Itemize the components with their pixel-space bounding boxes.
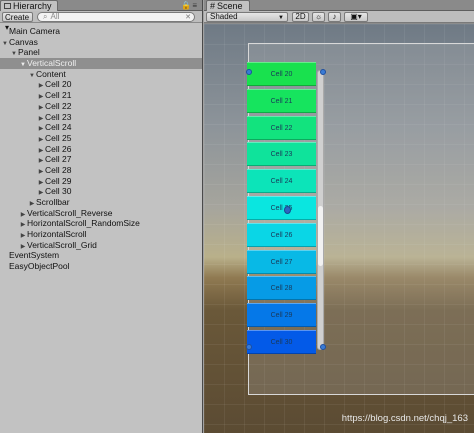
tab-scene-label: Scene: [217, 1, 243, 11]
hierarchy-item[interactable]: ▼VerticalScroll: [0, 58, 202, 69]
effects-dropdown-icon[interactable]: ▣▾: [344, 12, 368, 22]
hierarchy-item[interactable]: ▶ Scrollbar: [0, 197, 202, 208]
hierarchy-icon: [4, 3, 11, 9]
mode-2d-label: 2D: [295, 12, 306, 21]
hierarchy-item[interactable]: ▶ Cell 24: [0, 122, 202, 133]
mode-2d-button[interactable]: 2D: [292, 12, 309, 22]
chevron-down-icon: ▼: [278, 15, 284, 21]
hierarchy-item-label: Cell 27: [45, 154, 72, 165]
hierarchy-item-label: Main Camera: [9, 26, 61, 36]
search-icon: ⌕: [43, 12, 48, 21]
hierarchy-item[interactable]: ▶ Cell 21: [0, 90, 202, 101]
hierarchy-item-label: EventSystem: [9, 250, 60, 261]
hierarchy-item[interactable]: ▶ Cell 20: [0, 79, 202, 90]
hierarchy-item-label: Canvas: [9, 36, 38, 47]
hierarchy-item[interactable]: ▶ HorizontalScroll_RandomSize: [0, 218, 202, 229]
hierarchy-item-label: Panel: [18, 47, 40, 58]
search-placeholder: All: [50, 12, 60, 21]
hierarchy-item[interactable]: ▶ Cell 29: [0, 176, 202, 187]
hierarchy-item[interactable]: ▼Content: [0, 69, 202, 80]
hierarchy-item[interactable]: ▶ VerticalScroll_Reverse: [0, 208, 202, 219]
hierarchy-item-label: EasyObjectPool: [9, 261, 70, 272]
hierarchy-item[interactable]: Main Camera: [0, 26, 202, 37]
rect-handle-top-left[interactable]: [246, 69, 252, 75]
pivot-icon[interactable]: [284, 206, 291, 214]
create-button-label: Create: [5, 13, 30, 22]
search-input[interactable]: ⌕ All ✕: [37, 12, 195, 22]
hierarchy-item[interactable]: ▶ Cell 26: [0, 144, 202, 155]
hierarchy-item-label: Cell 25: [45, 132, 72, 143]
hierarchy-tabbar: Hierarchy 🔒≡: [0, 0, 202, 11]
scene-toolbar: Shaded ▼ 2D ☼ ♪ ▣▾: [204, 11, 474, 23]
lighting-toggle-icon[interactable]: ☼: [312, 12, 325, 22]
hierarchy-item-label: Cell 24: [45, 122, 72, 133]
hierarchy-item[interactable]: ▶ Cell 22: [0, 101, 202, 112]
hierarchy-item[interactable]: ▶ Cell 25: [0, 133, 202, 144]
rect-handle-top-right[interactable]: [320, 69, 326, 75]
hierarchy-item-label: Cell 20: [45, 79, 72, 90]
hierarchy-item-label: Cell 30: [45, 186, 72, 197]
hierarchy-item-label: Cell 28: [45, 164, 72, 175]
scroll-cell[interactable]: Cell 30: [247, 330, 316, 354]
hierarchy-item[interactable]: ▶ Cell 30: [0, 186, 202, 197]
hierarchy-panel: Hierarchy 🔒≡ Create ▾ ⌕ All ✕ Main Camer…: [0, 0, 203, 433]
vertical-scrollbar[interactable]: [317, 70, 324, 350]
tab-hierarchy-label: Hierarchy: [13, 1, 52, 11]
hierarchy-item[interactable]: EventSystem: [0, 250, 202, 261]
audio-toggle-icon[interactable]: ♪: [328, 12, 341, 22]
hierarchy-item-label: Cell 22: [45, 100, 72, 111]
scroll-cell[interactable]: Cell 25: [247, 196, 316, 220]
hierarchy-item-label: VerticalScroll_Reverse: [27, 207, 113, 218]
hierarchy-item[interactable]: ▶ Cell 27: [0, 154, 202, 165]
hierarchy-item[interactable]: ▶ HorizontalScroll: [0, 229, 202, 240]
hierarchy-item-label: Cell 23: [45, 111, 72, 122]
scroll-cell[interactable]: Cell 21: [247, 88, 316, 113]
scene-panel: # Scene Shaded ▼ 2D ☼ ♪ ▣▾ Cell 20 Cell 2…: [204, 0, 474, 433]
panel-menu-icon[interactable]: 🔒≡: [181, 1, 198, 10]
scroll-cell[interactable]: Cell 23: [247, 142, 316, 167]
hierarchy-item-label: Cell 26: [45, 143, 72, 154]
hierarchy-tree: Main Camera ▼Canvas ▼Panel ▼VerticalScroll ▼…: [0, 26, 202, 272]
hierarchy-item-label: Scrollbar: [36, 197, 70, 207]
watermark: https://blog.csdn.net/chqj_163: [341, 413, 468, 424]
hierarchy-item[interactable]: ▶ VerticalScroll_Grid: [0, 240, 202, 251]
tab-scene[interactable]: # Scene: [206, 0, 250, 11]
scroll-cell[interactable]: Cell 20: [247, 62, 316, 86]
scroll-cell[interactable]: Cell 28: [247, 276, 316, 301]
editor-window: Hierarchy 🔒≡ Create ▾ ⌕ All ✕ Main Camer…: [0, 0, 474, 433]
hierarchy-item-label: Cell 29: [45, 175, 72, 186]
scene-tabbar: # Scene: [204, 0, 474, 11]
hierarchy-item[interactable]: ▼Canvas: [0, 37, 202, 48]
scroll-cell[interactable]: Cell 24: [247, 169, 316, 194]
hierarchy-item[interactable]: ▼Panel: [0, 47, 202, 58]
scroll-cell[interactable]: Cell 26: [247, 222, 316, 247]
scroll-cell[interactable]: Cell 29: [247, 303, 316, 328]
scene-icon: #: [210, 1, 216, 11]
hierarchy-item[interactable]: EasyObjectPool: [0, 261, 202, 272]
hierarchy-item-label: VerticalScroll_Grid: [27, 239, 97, 250]
hierarchy-item-label: Cell 21: [45, 90, 72, 101]
rect-handle-bottom-left[interactable]: [246, 344, 252, 350]
hierarchy-toolbar: Create ▾ ⌕ All ✕: [0, 11, 202, 32]
hierarchy-item-label: HorizontalScroll: [27, 229, 87, 240]
shading-mode-value: Shaded: [210, 12, 238, 21]
create-button[interactable]: Create ▾: [2, 12, 33, 32]
tab-hierarchy[interactable]: Hierarchy: [0, 0, 58, 11]
search-clear-icon[interactable]: ✕: [185, 14, 191, 22]
rect-handle-bottom-right[interactable]: [320, 344, 326, 350]
hierarchy-item-label: HorizontalScroll_RandomSize: [27, 218, 140, 229]
hierarchy-item[interactable]: ▶ Cell 23: [0, 112, 202, 123]
hierarchy-item-label: Content: [36, 68, 66, 79]
scene-viewport[interactable]: Cell 20 Cell 21 Cell 22 Cell 23 Cell 24 Cell …: [204, 24, 474, 433]
scroll-cell[interactable]: Cell 27: [247, 249, 316, 274]
scrollbar-handle[interactable]: [318, 206, 323, 266]
scroll-cell[interactable]: Cell 22: [247, 115, 316, 140]
shading-mode-dropdown[interactable]: Shaded ▼: [206, 12, 288, 22]
hierarchy-item[interactable]: ▶ Cell 28: [0, 165, 202, 176]
hierarchy-item-label: VerticalScroll: [27, 58, 77, 69]
